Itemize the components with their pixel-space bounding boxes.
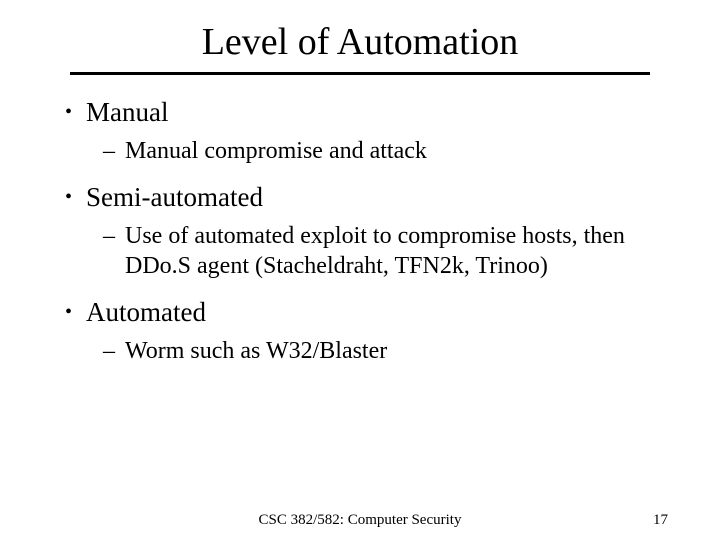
footer-course: CSC 382/582: Computer Security: [259, 512, 462, 529]
footer-page-number: 17: [653, 512, 668, 529]
dash-marker-icon: –: [103, 221, 115, 251]
slide-title: Level of Automation: [50, 20, 670, 64]
bullet-automated: • Automated: [65, 297, 670, 328]
sub-bullet-text: Worm such as W32/Blaster: [125, 336, 670, 366]
dash-marker-icon: –: [103, 136, 115, 166]
title-underline: [70, 72, 650, 75]
sub-bullet-semi-automated: – Use of automated exploit to compromise…: [103, 221, 670, 281]
bullet-semi-automated: • Semi-automated: [65, 182, 670, 213]
sub-bullet-automated: – Worm such as W32/Blaster: [103, 336, 670, 366]
bullet-manual: • Manual: [65, 97, 670, 128]
bullet-label: Manual: [86, 97, 168, 128]
sub-bullet-manual: – Manual compromise and attack: [103, 136, 670, 166]
sub-bullet-text: Manual compromise and attack: [125, 136, 670, 166]
bullet-marker-icon: •: [65, 182, 72, 212]
bullet-marker-icon: •: [65, 97, 72, 127]
sub-bullet-text: Use of automated exploit to compromise h…: [125, 221, 670, 281]
dash-marker-icon: –: [103, 336, 115, 366]
bullet-label: Automated: [86, 297, 206, 328]
bullet-label: Semi-automated: [86, 182, 263, 213]
bullet-marker-icon: •: [65, 297, 72, 327]
slide: Level of Automation • Manual – Manual co…: [0, 0, 720, 540]
slide-content: • Manual – Manual compromise and attack …: [50, 97, 670, 366]
